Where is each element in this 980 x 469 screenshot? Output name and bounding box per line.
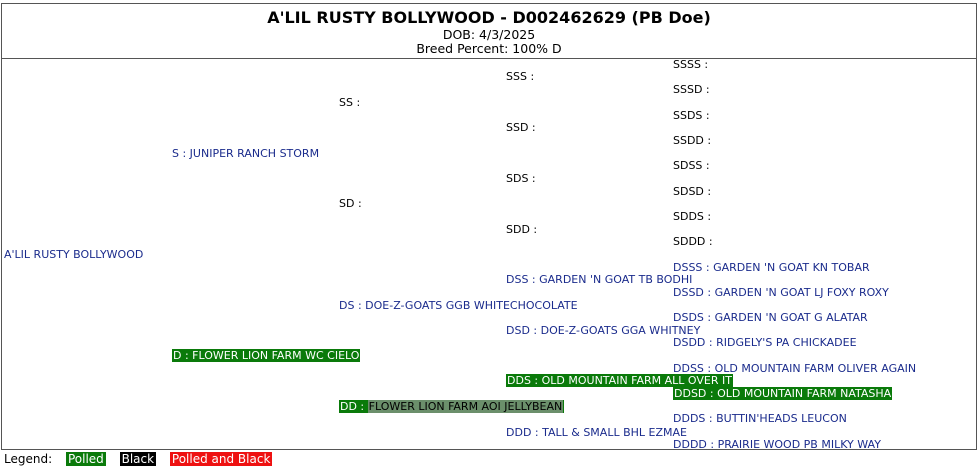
page-title: A'LIL RUSTY BOLLYWOOD - D002462629 (PB D… — [267, 8, 711, 27]
ssds-label: SSDS : — [673, 109, 710, 122]
animal-link[interactable]: A'LIL RUSTY BOLLYWOOD — [4, 248, 143, 261]
sssd-label: SSSD : — [673, 83, 710, 96]
dd-name: FLOWER LION FARM AOI JELLYBEAN — [367, 400, 564, 413]
sdd-label: SDD : — [506, 223, 538, 236]
dob-text: DOB: 4/3/2025 — [442, 27, 536, 42]
ddsd-link[interactable]: DDSD : OLD MOUNTAIN FARM NATASHA — [673, 387, 893, 400]
dd-code: DD : — [340, 400, 368, 413]
dddd-link[interactable]: DDDD : PRAIRIE WOOD PB MILKY WAY — [673, 438, 881, 451]
breed-percent-text: Breed Percent: 100% D — [416, 41, 562, 56]
legend: Legend: Polled Black Polled and Black — [4, 452, 273, 466]
dsdd-link[interactable]: DSDD : RIDGELY'S PA CHICKADEE — [673, 336, 857, 349]
dam-name: FLOWER LION FARM WC CIELO — [192, 349, 360, 362]
ddss-link[interactable]: DDSS : OLD MOUNTAIN FARM OLIVER AGAIN — [673, 362, 916, 375]
pedigree-frame: A'LIL RUSTY BOLLYWOOD - D002462629 (PB D… — [1, 3, 977, 450]
sdsd-label: SDSD : — [673, 185, 712, 198]
pedigree-header: A'LIL RUSTY BOLLYWOOD - D002462629 (PB D… — [2, 4, 976, 59]
legend-polled: Polled — [65, 452, 106, 466]
ssdd-label: SSDD : — [673, 134, 712, 147]
dsds-link[interactable]: DSDS : GARDEN 'N GOAT G ALATAR — [673, 311, 868, 324]
ssd-label: SSD : — [506, 121, 536, 134]
ds-link[interactable]: DS : DOE-Z-GOATS GGB WHITECHOCOLATE — [339, 299, 578, 312]
dsss-link[interactable]: DSSS : GARDEN 'N GOAT KN TOBAR — [673, 261, 870, 274]
ddsd-code: DDSD : — [674, 387, 718, 400]
dssd-link[interactable]: DSSD : GARDEN 'N GOAT LJ FOXY ROXY — [673, 286, 889, 299]
sss-label: SSS : — [506, 70, 535, 83]
ddds-link[interactable]: DDDS : BUTTIN'HEADS LEUCON — [673, 412, 847, 425]
legend-black: Black — [119, 452, 157, 466]
dam-code: D : — [173, 349, 193, 362]
dds-link[interactable]: DDS : OLD MOUNTAIN FARM ALL OVER IT — [506, 374, 733, 387]
dam-link[interactable]: D : FLOWER LION FARM WC CIELO — [172, 349, 361, 362]
dds-code: DDS : — [507, 374, 542, 387]
dsd-link[interactable]: DSD : DOE-Z-GOATS GGA WHITNEY — [506, 324, 700, 337]
ssss-label: SSSS : — [673, 58, 709, 71]
sdss-label: SDSS : — [673, 159, 710, 172]
sdds-label: SDDS : — [673, 210, 712, 223]
dss-link[interactable]: DSS : GARDEN 'N GOAT TB BODHI — [506, 273, 692, 286]
dds-name: OLD MOUNTAIN FARM ALL OVER IT — [541, 374, 732, 387]
legend-label: Legend: — [4, 452, 53, 466]
sd-label: SD : — [339, 197, 362, 210]
dd-link[interactable]: DD : FLOWER LION FARM AOI JELLYBEAN — [339, 400, 565, 413]
ddsd-name: OLD MOUNTAIN FARM NATASHA — [717, 387, 892, 400]
ddd-link[interactable]: DDD : TALL & SMALL BHL EZMAE — [506, 426, 687, 439]
sddd-label: SDDD : — [673, 235, 713, 248]
legend-polled-and-black: Polled and Black — [169, 452, 273, 466]
sire-link[interactable]: S : JUNIPER RANCH STORM — [172, 147, 319, 160]
ss-label: SS : — [339, 96, 361, 109]
sds-label: SDS : — [506, 172, 536, 185]
